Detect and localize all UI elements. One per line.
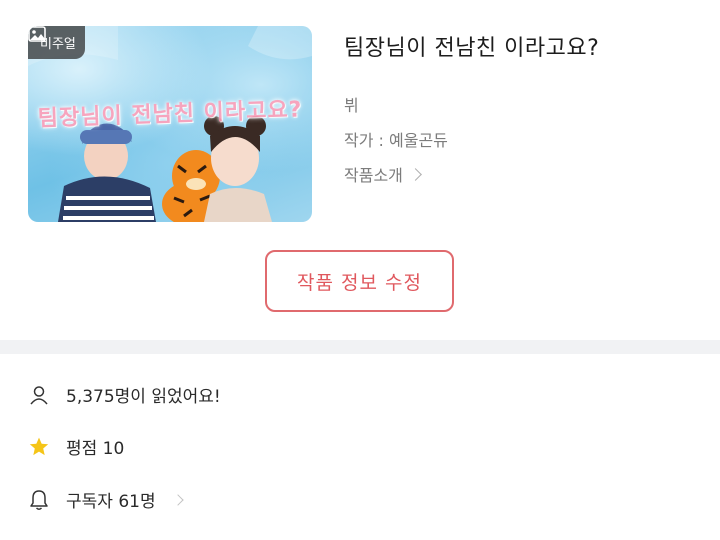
rating-value: 평점 10 xyxy=(66,439,125,459)
work-genre: 뷔 xyxy=(344,96,359,115)
subscribers-count: 구독자 61명 xyxy=(66,492,156,512)
work-intro-label: 작품소개 xyxy=(344,166,403,185)
work-header: 팀장님이 전남친 이라고요? 비주얼 팀장님이 전남친 이라고요? 뷔 작가 :… xyxy=(0,0,720,340)
visual-badge: 비주얼 xyxy=(28,26,85,59)
rating-row: 평점 10 xyxy=(28,434,124,459)
reads-row: 5,375명이 읽었어요! xyxy=(28,382,221,407)
bell-icon xyxy=(28,489,50,511)
work-intro-link[interactable]: 작품소개 xyxy=(344,162,422,186)
user-icon xyxy=(28,384,50,406)
chevron-right-icon xyxy=(171,493,184,506)
subscribers-row[interactable]: 구독자 61명 xyxy=(28,487,184,512)
work-stats: 5,375명이 읽었어요! 평점 10 구독자 61명 xyxy=(0,354,720,540)
cover-image[interactable]: 팀장님이 전남친 이라고요? 비주얼 xyxy=(28,26,312,222)
reads-count: 5,375명이 읽었어요! xyxy=(66,387,221,407)
edit-work-info-button[interactable]: 작품 정보 수정 xyxy=(265,250,454,312)
work-title: 팀장님이 전남친 이라고요? xyxy=(344,36,600,61)
work-author[interactable]: 작가 : 예울곤듀 xyxy=(344,127,448,151)
star-icon xyxy=(28,436,50,458)
section-divider xyxy=(0,340,720,354)
chevron-right-icon xyxy=(409,167,422,181)
